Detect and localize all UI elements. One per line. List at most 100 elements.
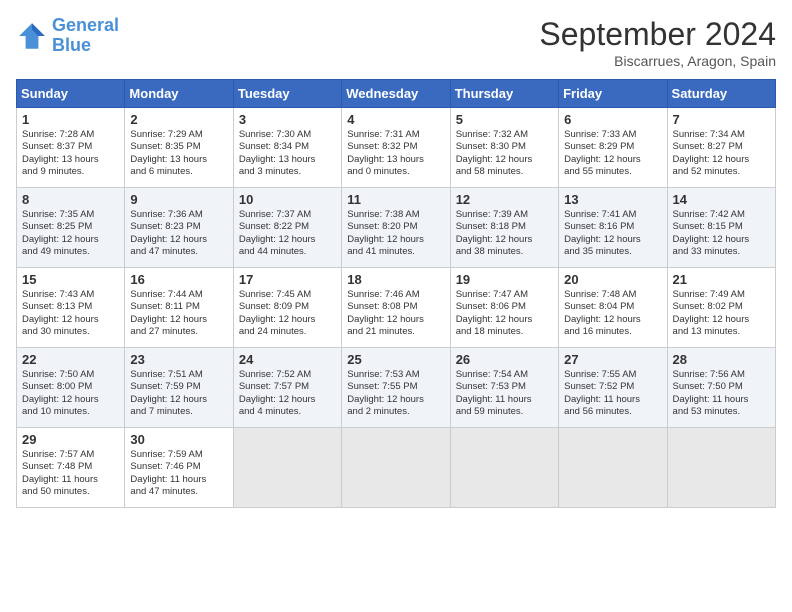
- cell-info: Daylight: 12 hours: [130, 394, 227, 406]
- cell-info: and 24 minutes.: [239, 326, 336, 338]
- day-number: 11: [347, 192, 444, 207]
- day-number: 7: [673, 112, 770, 127]
- cell-info: and 55 minutes.: [564, 166, 661, 178]
- day-number: 18: [347, 272, 444, 287]
- cell-info: Sunrise: 7:45 AM: [239, 289, 336, 301]
- day-number: 29: [22, 432, 119, 447]
- cell-info: Sunset: 8:13 PM: [22, 301, 119, 313]
- header-sunday: Sunday: [17, 80, 125, 108]
- cell-info: Sunset: 8:25 PM: [22, 221, 119, 233]
- cell-info: Sunrise: 7:56 AM: [673, 369, 770, 381]
- cell-info: Sunrise: 7:33 AM: [564, 129, 661, 141]
- cell-info: Sunrise: 7:41 AM: [564, 209, 661, 221]
- cell-info: Sunrise: 7:36 AM: [130, 209, 227, 221]
- day-number: 17: [239, 272, 336, 287]
- cell-info: Daylight: 12 hours: [22, 314, 119, 326]
- cell-info: Sunset: 7:52 PM: [564, 381, 661, 393]
- calendar-cell: 28Sunrise: 7:56 AMSunset: 7:50 PMDayligh…: [667, 348, 775, 428]
- cell-info: Sunrise: 7:35 AM: [22, 209, 119, 221]
- cell-info: Sunset: 7:57 PM: [239, 381, 336, 393]
- day-number: 4: [347, 112, 444, 127]
- logo-line2: Blue: [52, 35, 91, 55]
- cell-info: and 9 minutes.: [22, 166, 119, 178]
- cell-info: Daylight: 12 hours: [22, 394, 119, 406]
- cell-info: Sunset: 8:32 PM: [347, 141, 444, 153]
- cell-info: Sunset: 8:09 PM: [239, 301, 336, 313]
- calendar-cell: 7Sunrise: 7:34 AMSunset: 8:27 PMDaylight…: [667, 108, 775, 188]
- calendar-cell: 10Sunrise: 7:37 AMSunset: 8:22 PMDayligh…: [233, 188, 341, 268]
- cell-info: and 59 minutes.: [456, 406, 553, 418]
- cell-info: Sunrise: 7:53 AM: [347, 369, 444, 381]
- cell-info: Daylight: 12 hours: [130, 234, 227, 246]
- calendar-cell: [342, 428, 450, 508]
- cell-info: and 13 minutes.: [673, 326, 770, 338]
- week-row-5: 29Sunrise: 7:57 AMSunset: 7:48 PMDayligh…: [17, 428, 776, 508]
- cell-info: and 6 minutes.: [130, 166, 227, 178]
- calendar-cell: 6Sunrise: 7:33 AMSunset: 8:29 PMDaylight…: [559, 108, 667, 188]
- cell-info: Daylight: 12 hours: [22, 234, 119, 246]
- cell-info: Sunset: 8:00 PM: [22, 381, 119, 393]
- cell-info: Sunrise: 7:46 AM: [347, 289, 444, 301]
- day-number: 16: [130, 272, 227, 287]
- cell-info: Sunset: 8:18 PM: [456, 221, 553, 233]
- day-number: 1: [22, 112, 119, 127]
- cell-info: and 0 minutes.: [347, 166, 444, 178]
- day-number: 22: [22, 352, 119, 367]
- cell-info: Sunset: 8:35 PM: [130, 141, 227, 153]
- cell-info: and 2 minutes.: [347, 406, 444, 418]
- calendar-cell: 11Sunrise: 7:38 AMSunset: 8:20 PMDayligh…: [342, 188, 450, 268]
- cell-info: Daylight: 13 hours: [347, 154, 444, 166]
- calendar-cell: 30Sunrise: 7:59 AMSunset: 7:46 PMDayligh…: [125, 428, 233, 508]
- cell-info: Daylight: 12 hours: [673, 314, 770, 326]
- calendar-cell: 27 Sunrise: 7:55 AMSunset: 7:52 PMDayligh…: [559, 348, 667, 428]
- cell-info: Sunrise: 7:29 AM: [130, 129, 227, 141]
- cell-info: Sunset: 8:30 PM: [456, 141, 553, 153]
- cell-info: Sunrise: 7:54 AM: [456, 369, 553, 381]
- day-number: 21: [673, 272, 770, 287]
- day-number: 5: [456, 112, 553, 127]
- cell-info: Sunrise: 7:28 AM: [22, 129, 119, 141]
- cell-info: Daylight: 11 hours: [456, 394, 553, 406]
- cell-info: Daylight: 12 hours: [564, 314, 661, 326]
- day-number: 26: [456, 352, 553, 367]
- cell-info: Daylight: 12 hours: [239, 314, 336, 326]
- calendar-cell: [450, 428, 558, 508]
- cell-info: Sunrise: 7:49 AM: [673, 289, 770, 301]
- calendar-cell: 3Sunrise: 7:30 AMSunset: 8:34 PMDaylight…: [233, 108, 341, 188]
- cell-info: and 30 minutes.: [22, 326, 119, 338]
- day-number: 2: [130, 112, 227, 127]
- cell-info: Daylight: 11 hours: [564, 394, 661, 406]
- logo: General Blue: [16, 16, 119, 56]
- day-number: 25: [347, 352, 444, 367]
- calendar-cell: 5Sunrise: 7:32 AMSunset: 8:30 PMDaylight…: [450, 108, 558, 188]
- calendar-cell: 29Sunrise: 7:57 AMSunset: 7:48 PMDayligh…: [17, 428, 125, 508]
- cell-info: and 47 minutes.: [130, 246, 227, 258]
- calendar-cell: 19Sunrise: 7:47 AMSunset: 8:06 PMDayligh…: [450, 268, 558, 348]
- cell-info: Sunrise: 7:37 AM: [239, 209, 336, 221]
- cell-info: and 53 minutes.: [673, 406, 770, 418]
- cell-info: Daylight: 11 hours: [22, 474, 119, 486]
- week-row-1: 1Sunrise: 7:28 AMSunset: 8:37 PMDaylight…: [17, 108, 776, 188]
- cell-info: Daylight: 13 hours: [130, 154, 227, 166]
- day-number: 27: [564, 352, 661, 367]
- cell-info: and 18 minutes.: [456, 326, 553, 338]
- cell-info: Sunset: 7:59 PM: [130, 381, 227, 393]
- cell-info: Sunset: 8:22 PM: [239, 221, 336, 233]
- cell-info: Sunrise: 7:50 AM: [22, 369, 119, 381]
- cell-info: Sunrise: 7:42 AM: [673, 209, 770, 221]
- cell-info: Sunrise: 7:43 AM: [22, 289, 119, 301]
- cell-info: Sunset: 7:55 PM: [347, 381, 444, 393]
- cell-info: Daylight: 13 hours: [22, 154, 119, 166]
- cell-info: Sunrise: 7:55 AM: [564, 369, 661, 381]
- cell-info: and 7 minutes.: [130, 406, 227, 418]
- cell-info: Sunset: 8:37 PM: [22, 141, 119, 153]
- cell-info: Sunset: 7:50 PM: [673, 381, 770, 393]
- day-number: 8: [22, 192, 119, 207]
- cell-info: and 44 minutes.: [239, 246, 336, 258]
- calendar-cell: 14Sunrise: 7:42 AMSunset: 8:15 PMDayligh…: [667, 188, 775, 268]
- calendar-cell: 21Sunrise: 7:49 AMSunset: 8:02 PMDayligh…: [667, 268, 775, 348]
- cell-info: Sunset: 8:06 PM: [456, 301, 553, 313]
- day-number: 3: [239, 112, 336, 127]
- cell-info: and 52 minutes.: [673, 166, 770, 178]
- calendar-cell: 23Sunrise: 7:51 AMSunset: 7:59 PMDayligh…: [125, 348, 233, 428]
